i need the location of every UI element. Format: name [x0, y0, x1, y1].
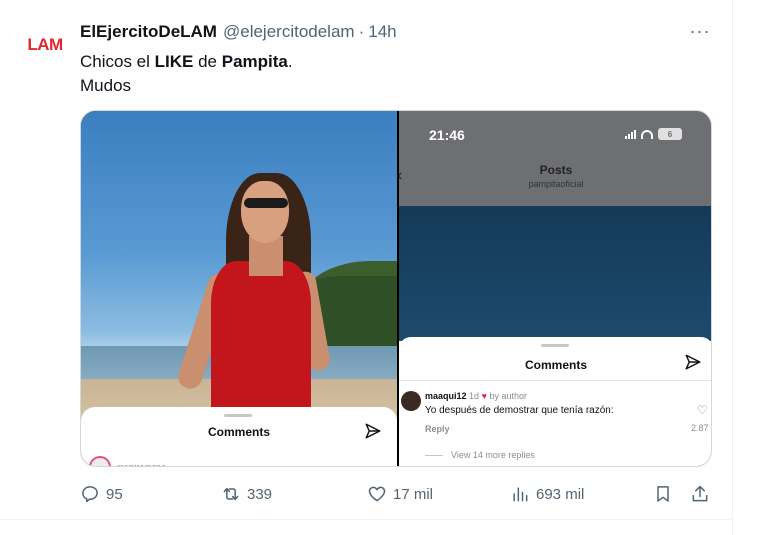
view-more-replies: View 14 more replies: [425, 450, 535, 460]
comments-title: Comments: [524, 358, 587, 372]
comment-avatar: [89, 456, 111, 466]
woman-face: [241, 181, 289, 243]
media-photo-left[interactable]: Comments maruromano: [81, 111, 397, 467]
tweet-time[interactable]: 14h: [368, 22, 396, 42]
send-icon: [685, 354, 701, 370]
red-dress: [211, 261, 311, 431]
tweet-media[interactable]: Comments maruromano 21:46 6 ‹ Posts pamp…: [80, 110, 712, 467]
analytics-icon: [513, 487, 528, 502]
status-icons: 6: [625, 128, 682, 140]
view-count: 693 mil: [536, 485, 585, 503]
comment-user-row: maruromano: [89, 456, 166, 467]
media-photo-right[interactable]: 21:46 6 ‹ Posts pampitaoficial Comments …: [399, 111, 711, 466]
comment-text: Yo después de demostrar que tenía razón:: [425, 405, 614, 416]
retweet-button[interactable]: 339: [221, 482, 272, 506]
phone-status-bar: 21:46 6 ‹ Posts pampitaoficial: [399, 111, 711, 206]
wifi-icon: [641, 129, 653, 139]
comment-username: maruromano: [117, 462, 166, 467]
comments-title: Comments: [207, 425, 270, 439]
divider: [0, 519, 733, 520]
view-more-label: View 14 more replies: [451, 450, 535, 460]
comment-username: maaqui12: [425, 391, 467, 401]
display-name[interactable]: ElEjercitoDeLAM: [80, 22, 217, 42]
share-button[interactable]: [690, 482, 710, 506]
retweet-count: 339: [247, 485, 273, 503]
tweet-text-line2: Mudos: [80, 76, 132, 95]
heart-outline-icon: ♡: [697, 403, 708, 417]
like-count: 17 mil: [393, 485, 434, 503]
bookmark-icon: [657, 486, 669, 502]
avatar[interactable]: LAM: [22, 30, 68, 60]
tweet[interactable]: LAM ElEjercitoDeLAM @elejercitodelam · 1…: [0, 0, 733, 535]
by-author-label: by author: [489, 391, 527, 401]
user-handle[interactable]: @elejercitodelam: [223, 22, 355, 42]
comment-avatar: [401, 391, 421, 411]
heart-icon: [368, 486, 386, 502]
tweet-actions: 95 339 17 mil 693 mil: [80, 482, 720, 506]
divider: [425, 454, 443, 456]
comments-sheet-right: Comments maaqui12 1d ♥ by author Yo desp…: [399, 337, 711, 466]
phone-clock: 21:46: [429, 127, 465, 143]
retweet-icon: [223, 487, 239, 501]
share-icon: [692, 485, 708, 502]
sea-image: [399, 206, 711, 341]
posts-title: Posts: [539, 163, 573, 177]
comment-age: 1d: [469, 391, 480, 401]
battery-icon: 6: [658, 128, 682, 140]
send-icon: [365, 423, 381, 439]
comment-like-count: 2.87: [691, 423, 709, 433]
comments-sheet-left: Comments maruromano: [81, 407, 397, 467]
sunglasses: [244, 198, 288, 208]
sheet-handle: [541, 344, 569, 347]
like-button[interactable]: 17 mil: [367, 482, 433, 506]
tweet-text-line1: Chicos el LIKE de Pampita.: [80, 52, 293, 71]
heart-icon: ♥: [481, 391, 487, 401]
signal-icon: [625, 129, 636, 139]
reply-label: Reply: [425, 424, 450, 434]
divider: [399, 380, 711, 381]
reply-icon: [82, 486, 98, 503]
tweet-text: Chicos el LIKE de Pampita. Mudos: [80, 50, 293, 98]
reply-count: 95: [106, 485, 123, 503]
reply-button[interactable]: 95: [80, 482, 123, 506]
sheet-handle: [224, 414, 252, 417]
more-options-icon[interactable]: ···: [686, 20, 714, 42]
separator-dot: ·: [358, 22, 365, 41]
tweet-header: ElEjercitoDeLAM @elejercitodelam · 14h: [80, 21, 397, 43]
bookmark-button[interactable]: [653, 482, 673, 506]
comment-meta: maaqui12 1d ♥ by author: [425, 391, 527, 401]
posts-username: pampitaoficial: [528, 179, 584, 189]
views-button[interactable]: 693 mil: [510, 482, 584, 506]
